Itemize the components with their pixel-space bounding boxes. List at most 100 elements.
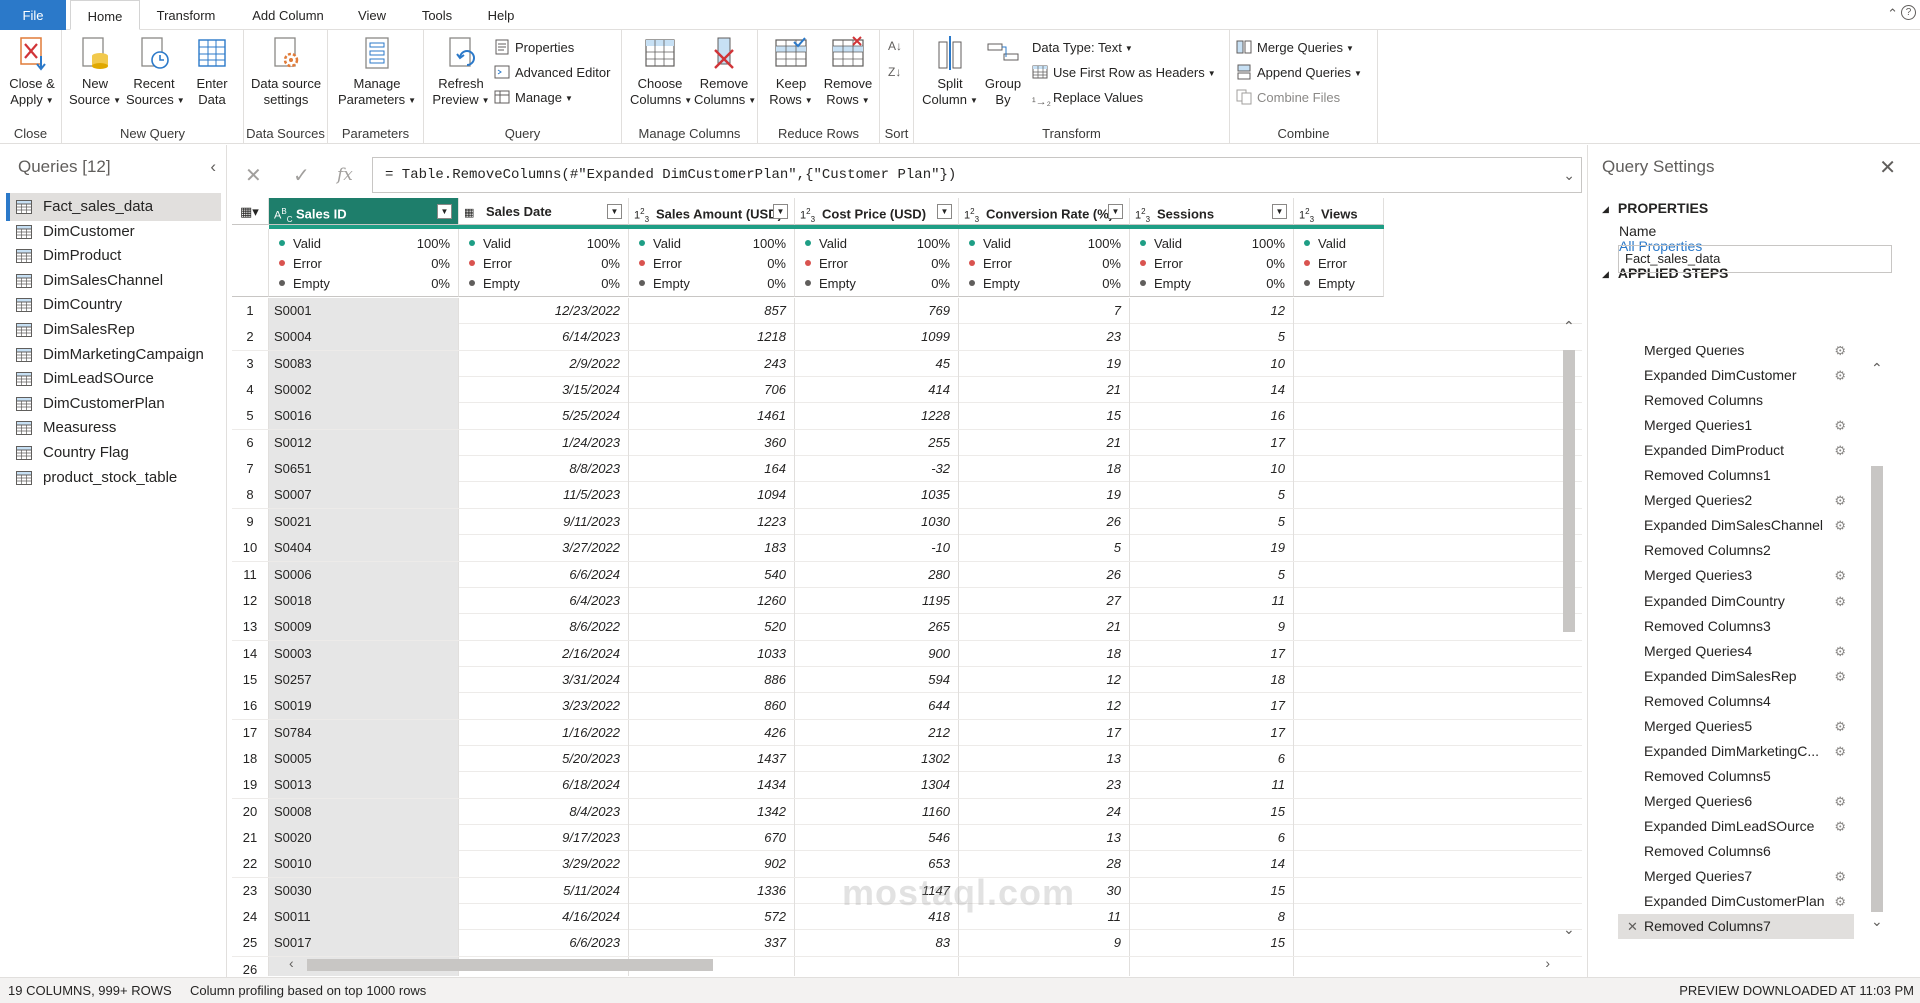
fx-icon[interactable]: fx [337, 165, 353, 185]
table-cell[interactable]: S0018 [269, 587, 459, 614]
gear-icon[interactable]: ⚙ [1834, 346, 1846, 363]
tab-help[interactable]: Help [478, 0, 524, 30]
applied-step[interactable]: ✕ Removed Columns7 [1618, 914, 1854, 939]
table-cell[interactable]: S0009 [269, 614, 459, 641]
tab-transform[interactable]: Transform [146, 0, 226, 30]
applied-step[interactable]: Expanded DimSalesRep ⚙ [1618, 664, 1854, 689]
table-cell[interactable]: 5/11/2024 [459, 877, 629, 904]
formula-input[interactable]: = Table.RemoveColumns(#"Expanded DimCust… [372, 157, 1582, 193]
help-icon[interactable]: ? [1901, 5, 1916, 20]
scroll-right-icon[interactable]: › [1545, 955, 1550, 971]
table-cell[interactable]: 3/23/2022 [459, 693, 629, 720]
filter-dropdown-icon[interactable]: ▼ [607, 204, 622, 219]
table-cell[interactable]: S0257 [269, 666, 459, 693]
table-cell[interactable]: 17 [1130, 693, 1294, 720]
applied-step[interactable]: Removed Columns [1618, 388, 1854, 413]
table-cell[interactable]: 3/27/2022 [459, 535, 629, 562]
table-cell[interactable]: 15 [959, 403, 1130, 430]
table-cell[interactable]: 23 [959, 772, 1130, 799]
table-cell[interactable]: 12 [959, 693, 1130, 720]
table-cell[interactable]: 26 [959, 508, 1130, 535]
table-cell[interactable]: 2/9/2022 [459, 350, 629, 377]
table-cell[interactable]: 15 [1130, 930, 1294, 957]
tab-tools[interactable]: Tools [412, 0, 462, 30]
table-cell[interactable]: 860 [629, 693, 795, 720]
table-cell[interactable]: 11/5/2023 [459, 482, 629, 509]
table-cell[interactable]: 3/29/2022 [459, 851, 629, 878]
profiling-status[interactable]: Column profiling based on top 1000 rows [190, 978, 426, 1003]
applied-step[interactable]: Removed Columns2 [1618, 538, 1854, 563]
table-cell[interactable]: 1030 [795, 508, 959, 535]
table-cell[interactable]: 1434 [629, 772, 795, 799]
applied-step[interactable]: Removed Columns3 [1618, 614, 1854, 639]
table-cell[interactable]: 3/15/2024 [459, 377, 629, 404]
scroll-thumb[interactable] [307, 959, 713, 971]
table-row[interactable]: 20 S0008 8/4/2023 1342 1160 24 15 [232, 798, 1582, 826]
table-cell[interactable]: 15 [1130, 877, 1294, 904]
table-cell[interactable]: 6/6/2024 [459, 561, 629, 588]
gear-icon[interactable]: ⚙ [1834, 639, 1846, 664]
table-cell[interactable]: 1035 [795, 482, 959, 509]
table-row[interactable]: 4 S0002 3/15/2024 706 414 21 14 [232, 377, 1582, 404]
table-cell[interactable]: 360 [629, 429, 795, 456]
table-cell[interactable]: 1304 [795, 772, 959, 799]
table-cell[interactable]: 9/11/2023 [459, 508, 629, 535]
applied-step[interactable]: Merged Queries3 ⚙ [1618, 563, 1854, 588]
table-cell[interactable]: 23 [959, 324, 1130, 351]
table-cell[interactable]: S0001 [269, 298, 459, 324]
table-cell[interactable]: S0083 [269, 350, 459, 377]
applied-step[interactable]: Merged Queries4 ⚙ [1618, 639, 1854, 664]
table-cell[interactable]: S0020 [269, 825, 459, 851]
scroll-down-icon[interactable]: ⌄ [1563, 921, 1575, 938]
table-cell[interactable]: 12/23/2022 [459, 298, 629, 324]
table-cell[interactable]: 1160 [795, 798, 959, 825]
column-header[interactable]: ABC Sales ID ▼ [269, 198, 459, 225]
table-cell[interactable]: 10 [1130, 350, 1294, 377]
filter-dropdown-icon[interactable]: ▼ [1272, 204, 1287, 219]
table-row[interactable]: 15 S0257 3/31/2024 886 594 12 18 [232, 666, 1582, 694]
data-type-icon[interactable]: 123 [634, 198, 656, 224]
table-cell[interactable]: 5/25/2024 [459, 403, 629, 430]
table-cell[interactable]: 45 [795, 350, 959, 377]
table-cell[interactable]: 243 [629, 350, 795, 377]
table-row[interactable]: 7 S0651 8/8/2023 164 -32 18 10 [232, 456, 1582, 483]
table-cell[interactable]: S0002 [269, 377, 459, 404]
table-cell[interactable]: 1/16/2022 [459, 719, 629, 746]
grid-horizontal-scrollbar[interactable]: ‹ › [287, 955, 1552, 973]
table-cell[interactable]: S0030 [269, 877, 459, 904]
table-cell[interactable]: 644 [795, 693, 959, 720]
table-row[interactable]: 11 S0006 6/6/2024 540 280 26 5 [232, 561, 1582, 588]
tab-home[interactable]: Home [70, 0, 140, 30]
table-cell[interactable]: 5/20/2023 [459, 745, 629, 772]
table-cell[interactable]: S0004 [269, 324, 459, 351]
table-cell[interactable]: 6/4/2023 [459, 587, 629, 614]
table-row[interactable]: 16 S0019 3/23/2022 860 644 12 17 [232, 693, 1582, 720]
column-header[interactable]: 123 Sales Amount (USD) ▼ [629, 198, 795, 225]
table-cell[interactable]: 3/31/2024 [459, 666, 629, 693]
table-cell[interactable]: 5 [1130, 482, 1294, 509]
gear-icon[interactable]: ⚙ [1834, 739, 1846, 764]
table-cell[interactable]: S0017 [269, 930, 459, 957]
tab-view[interactable]: View [350, 0, 394, 30]
table-row[interactable]: 25 S0017 6/6/2023 337 83 9 15 [232, 930, 1582, 957]
table-row[interactable]: 3 S0083 2/9/2022 243 45 19 10 [232, 350, 1582, 378]
gear-icon[interactable]: ⚙ [1834, 789, 1846, 814]
table-cell[interactable]: 857 [629, 298, 795, 324]
merge-queries-button[interactable]: Merge Queries ▼ [1236, 38, 1354, 58]
table-cell[interactable]: 17 [959, 719, 1130, 746]
table-cell[interactable]: 19 [959, 350, 1130, 377]
table-cell[interactable]: 1195 [795, 587, 959, 614]
table-cell[interactable]: 769 [795, 298, 959, 324]
table-cell[interactable]: 13 [959, 825, 1130, 851]
table-row[interactable]: 10 S0404 3/27/2022 183 -10 5 19 [232, 535, 1582, 562]
recent-sources-button[interactable]: Recent Sources ▼ [126, 34, 185, 109]
cancel-formula-icon[interactable]: ✕ [245, 163, 262, 188]
collapse-pane-icon[interactable]: ‹ [210, 157, 216, 177]
expand-formula-icon[interactable]: ⌄ [1563, 158, 1575, 192]
gear-icon[interactable]: ⚙ [1834, 563, 1846, 588]
table-cell[interactable]: 11 [1130, 772, 1294, 799]
table-row[interactable]: 2 S0004 6/14/2023 1218 1099 23 5 [232, 324, 1582, 351]
table-cell[interactable]: S0010 [269, 851, 459, 878]
table-cell[interactable]: 1099 [795, 324, 959, 351]
table-cell[interactable]: 6 [1130, 745, 1294, 772]
